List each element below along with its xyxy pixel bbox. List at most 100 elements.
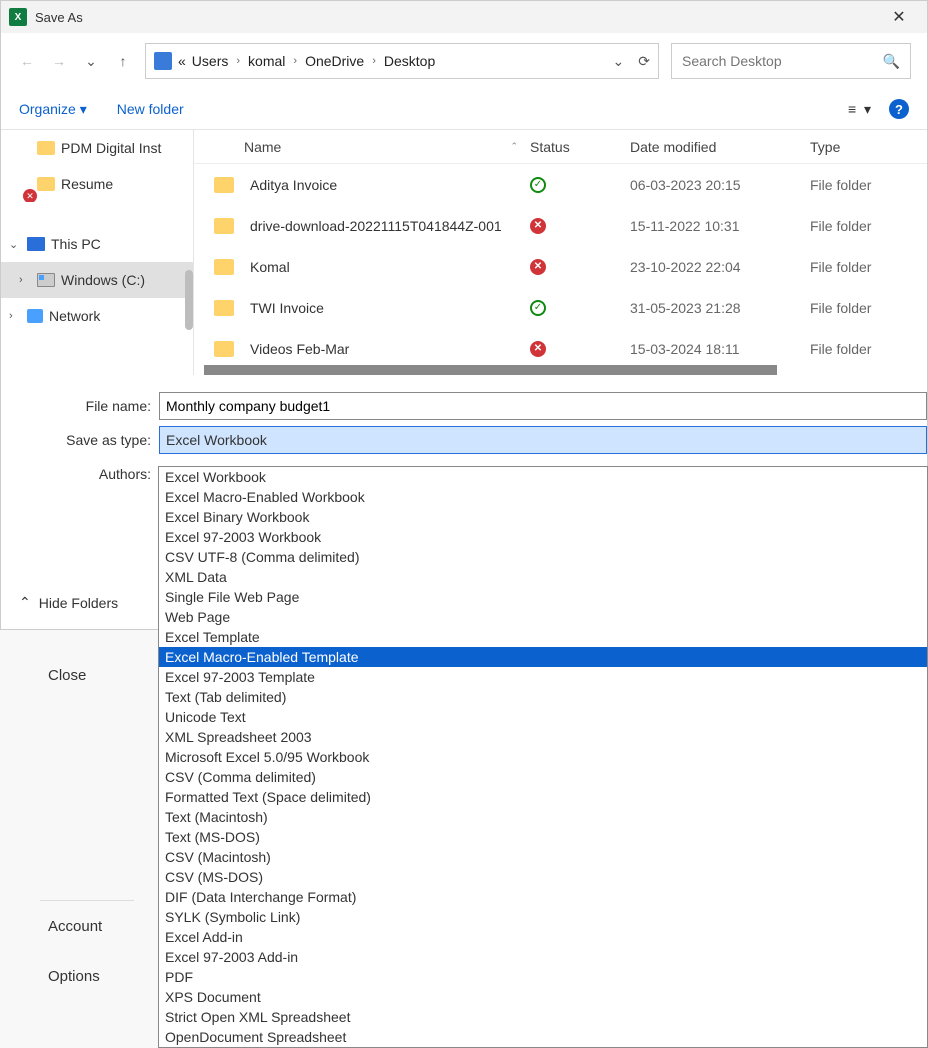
refresh-button[interactable]: ⟳ bbox=[638, 53, 650, 70]
saveastype-combo[interactable]: Excel Workbook bbox=[159, 426, 927, 454]
status-ok-icon: ✓ bbox=[530, 300, 546, 316]
filetype-option[interactable]: Excel Template bbox=[159, 627, 927, 647]
file-date: 31-05-2023 21:28 bbox=[630, 300, 810, 316]
filetype-option[interactable]: Excel Macro-Enabled Template bbox=[159, 647, 927, 667]
search-box[interactable]: 🔍 bbox=[671, 43, 911, 79]
toolbar: Organize ▾ New folder ≡ ▾ ? bbox=[1, 89, 927, 129]
drive-icon bbox=[37, 273, 55, 287]
organize-button[interactable]: Organize ▾ bbox=[19, 101, 87, 118]
file-name: Aditya Invoice bbox=[250, 177, 337, 193]
filetype-option[interactable]: Single File Web Page bbox=[159, 587, 927, 607]
filetype-option[interactable]: Excel Macro-Enabled Workbook bbox=[159, 487, 927, 507]
tree-item-resume[interactable]: ✕ Resume bbox=[1, 166, 193, 202]
filetype-option[interactable]: Strict Open XML Spreadsheet bbox=[159, 1007, 927, 1027]
backstage-close[interactable]: Close bbox=[0, 650, 158, 700]
file-row[interactable]: Videos Feb-Mar✕15-03-2024 18:11File fold… bbox=[194, 328, 927, 369]
breadcrumb-users[interactable]: Users bbox=[192, 53, 229, 69]
filetype-option[interactable]: PDF bbox=[159, 967, 927, 987]
filetype-option[interactable]: XML Spreadsheet 2003 bbox=[159, 727, 927, 747]
filetype-option[interactable]: Web Page bbox=[159, 607, 927, 627]
column-name[interactable]: Name ⌃ bbox=[214, 139, 530, 155]
filetype-option[interactable]: Excel Workbook bbox=[159, 467, 927, 487]
filename-input[interactable] bbox=[159, 392, 927, 420]
folder-icon bbox=[214, 177, 234, 193]
file-row[interactable]: Komal✕23-10-2022 22:04File folder bbox=[194, 246, 927, 287]
breadcrumb-desktop[interactable]: Desktop bbox=[384, 53, 435, 69]
filetype-option[interactable]: OpenDocument Spreadsheet bbox=[159, 1027, 927, 1047]
filetype-option[interactable]: CSV (Comma delimited) bbox=[159, 767, 927, 787]
up-button[interactable]: ↑ bbox=[113, 51, 133, 71]
new-folder-button[interactable]: New folder bbox=[117, 101, 184, 118]
breadcrumb-komal[interactable]: komal bbox=[248, 53, 285, 69]
filetype-option[interactable]: XPS Document bbox=[159, 987, 927, 1007]
filetype-dropdown[interactable]: Excel WorkbookExcel Macro-Enabled Workbo… bbox=[158, 466, 928, 1048]
address-bar[interactable]: « Users › komal › OneDrive › Desktop ⌄ ⟳ bbox=[145, 43, 659, 79]
file-type: File folder bbox=[810, 300, 927, 316]
filetype-option[interactable]: Unicode Text bbox=[159, 707, 927, 727]
folder-icon bbox=[214, 300, 234, 316]
breadcrumb-onedrive[interactable]: OneDrive bbox=[305, 53, 364, 69]
file-type: File folder bbox=[810, 218, 927, 234]
file-row[interactable]: drive-download-20221115T041844Z-001✕15-1… bbox=[194, 205, 927, 246]
chevron-right-icon[interactable]: › bbox=[9, 310, 13, 322]
file-date: 15-03-2024 18:11 bbox=[630, 341, 810, 357]
breadcrumb-prefix: « bbox=[178, 53, 186, 69]
help-button[interactable]: ? bbox=[889, 99, 909, 119]
horizontal-scrollbar[interactable] bbox=[204, 365, 777, 375]
filetype-option[interactable]: XML Data bbox=[159, 567, 927, 587]
chevron-up-icon: ⌃ bbox=[19, 594, 31, 611]
tree-item-pdm[interactable]: PDM Digital Inst bbox=[1, 130, 193, 166]
hide-folders-button[interactable]: ⌃ Hide Folders bbox=[19, 594, 118, 611]
column-type[interactable]: Type bbox=[810, 139, 927, 155]
address-dropdown-button[interactable]: ⌄ bbox=[613, 53, 625, 70]
file-row[interactable]: TWI Invoice ✓ 31-05-2023 21:28File folder bbox=[194, 287, 927, 328]
close-button[interactable]: ✕ bbox=[879, 1, 919, 33]
folder-icon bbox=[37, 141, 55, 155]
filetype-option[interactable]: Excel 97-2003 Add-in bbox=[159, 947, 927, 967]
filetype-option[interactable]: Text (Macintosh) bbox=[159, 807, 927, 827]
chevron-down-icon[interactable]: ⌄ bbox=[9, 238, 18, 251]
backstage-account[interactable]: Account bbox=[0, 901, 158, 951]
file-date: 15-11-2022 10:31 bbox=[630, 218, 810, 234]
chevron-right-icon: › bbox=[372, 55, 376, 67]
filetype-option[interactable]: Text (Tab delimited) bbox=[159, 687, 927, 707]
column-date[interactable]: Date modified bbox=[630, 139, 810, 155]
file-row[interactable]: Aditya Invoice✓06-03-2023 20:15File fold… bbox=[194, 164, 927, 205]
chevron-right-icon[interactable]: › bbox=[19, 274, 23, 286]
file-name: TWI Invoice bbox=[250, 300, 324, 316]
filetype-option[interactable]: CSV (MS-DOS) bbox=[159, 867, 927, 887]
network-icon bbox=[27, 309, 43, 323]
sidebar-scrollbar[interactable] bbox=[185, 270, 193, 330]
status-ok-icon: ✓ bbox=[530, 177, 546, 193]
tree-item-thispc[interactable]: ⌄ This PC bbox=[1, 226, 193, 262]
view-options-button[interactable]: ≡ ▾ bbox=[848, 101, 871, 118]
filetype-option[interactable]: DIF (Data Interchange Format) bbox=[159, 887, 927, 907]
file-type: File folder bbox=[810, 177, 927, 193]
filetype-option[interactable]: Excel 97-2003 Workbook bbox=[159, 527, 927, 547]
filetype-option[interactable]: Excel Binary Workbook bbox=[159, 507, 927, 527]
error-badge-icon: ✕ bbox=[23, 189, 37, 202]
filetype-option[interactable]: Excel 97-2003 Template bbox=[159, 667, 927, 687]
filetype-option[interactable]: Formatted Text (Space delimited) bbox=[159, 787, 927, 807]
file-name: drive-download-20221115T041844Z-001 bbox=[250, 218, 502, 234]
filetype-option[interactable]: SYLK (Symbolic Link) bbox=[159, 907, 927, 927]
filetype-option[interactable]: CSV (Macintosh) bbox=[159, 847, 927, 867]
folder-icon bbox=[214, 341, 234, 357]
file-date: 23-10-2022 22:04 bbox=[630, 259, 810, 275]
folder-icon bbox=[214, 218, 234, 234]
filetype-option[interactable]: Excel Add-in bbox=[159, 927, 927, 947]
authors-label: Authors: bbox=[1, 466, 159, 482]
recent-locations-button[interactable]: ⌄ bbox=[81, 51, 101, 71]
filetype-option[interactable]: Text (MS-DOS) bbox=[159, 827, 927, 847]
filetype-option[interactable]: CSV UTF-8 (Comma delimited) bbox=[159, 547, 927, 567]
back-button[interactable]: ← bbox=[17, 51, 37, 71]
backstage-options[interactable]: Options bbox=[0, 951, 158, 1001]
column-status[interactable]: Status bbox=[530, 139, 630, 155]
filetype-option[interactable]: Microsoft Excel 5.0/95 Workbook bbox=[159, 747, 927, 767]
forward-button[interactable]: → bbox=[49, 51, 69, 71]
tree-item-windows-c[interactable]: › Windows (C:) bbox=[1, 262, 193, 298]
excel-icon: X bbox=[9, 8, 27, 26]
search-input[interactable] bbox=[682, 53, 883, 69]
tree-item-network[interactable]: › Network bbox=[1, 298, 193, 334]
file-list: Name ⌃ Status Date modified Type Aditya … bbox=[194, 130, 927, 375]
